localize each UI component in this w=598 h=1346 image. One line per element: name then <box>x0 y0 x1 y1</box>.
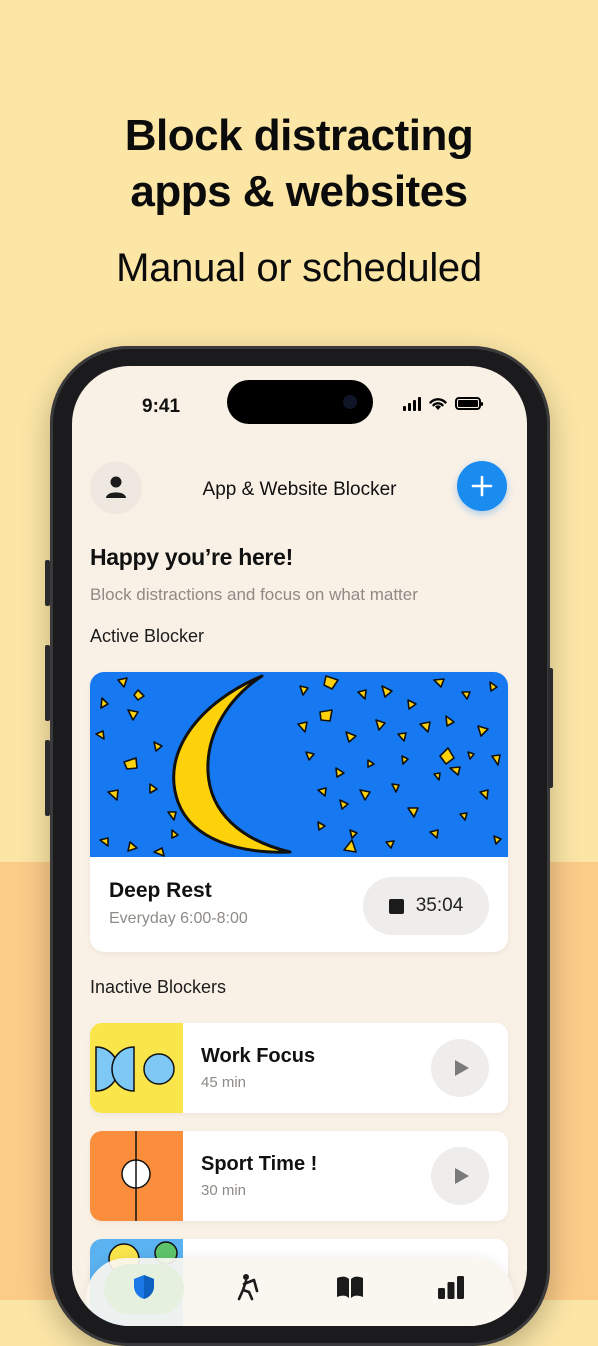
inactive-blocker-row[interactable]: Work Focus 45 min <box>90 1023 508 1113</box>
shield-icon <box>134 1275 154 1299</box>
deep-rest-artwork <box>90 672 508 857</box>
tab-library[interactable] <box>330 1272 370 1302</box>
active-blocker-name: Deep Rest <box>109 879 212 902</box>
golf-icon <box>237 1274 259 1301</box>
bar-chart-icon <box>438 1276 464 1299</box>
dynamic-island <box>227 380 373 424</box>
promo-headline: Block distracting apps & websites <box>0 108 598 220</box>
active-blocker-timer: 35:04 <box>415 895 464 916</box>
phone-volume-up-button <box>45 645 50 721</box>
cellular-signal-icon <box>403 396 421 411</box>
promo-headline-line1: Block distracting <box>124 111 474 160</box>
work-focus-thumbnail <box>90 1023 183 1113</box>
start-blocker-button[interactable] <box>431 1147 489 1205</box>
front-camera <box>343 395 357 409</box>
start-blocker-button[interactable] <box>431 1039 489 1097</box>
phone-screen: 9:41 App & Website Blocker Happy you’re … <box>72 366 527 1326</box>
inactive-blocker-row[interactable]: Sport Time ! 30 min <box>90 1131 508 1221</box>
court-artwork <box>90 1131 183 1221</box>
active-blocker-schedule: Everyday 6:00-8:00 <box>109 910 248 927</box>
phone-volume-down-button <box>45 740 50 816</box>
promo-subheadline: Manual or scheduled <box>116 246 482 290</box>
add-blocker-button[interactable] <box>457 461 507 511</box>
blocker-duration: 30 min <box>201 1182 247 1199</box>
battery-icon <box>455 397 483 410</box>
greeting-title: Happy you’re here! <box>90 544 293 570</box>
inactive-blockers-heading: Inactive Blockers <box>90 977 227 997</box>
status-time: 9:41 <box>142 396 181 417</box>
half-circles-artwork <box>90 1023 183 1113</box>
tab-challenges[interactable] <box>227 1272 267 1302</box>
phone-power-button <box>548 668 553 788</box>
active-blocker-card[interactable]: Deep Rest Everyday 6:00-8:00 35:04 <box>90 672 508 952</box>
stop-icon <box>388 898 404 914</box>
greeting-subtitle: Block distractions and focus on what mat… <box>90 585 418 604</box>
wifi-icon <box>429 398 447 410</box>
tab-stats[interactable] <box>431 1272 471 1302</box>
blocker-name: Work Focus <box>201 1045 316 1067</box>
blocker-duration: 45 min <box>201 1074 247 1091</box>
blocker-name: Sport Time ! <box>201 1153 318 1175</box>
play-icon <box>455 1060 469 1076</box>
play-icon <box>455 1168 469 1184</box>
stop-blocker-button[interactable]: 35:04 <box>363 877 489 935</box>
status-icons <box>403 396 483 411</box>
sport-time-thumbnail <box>90 1131 183 1221</box>
moon-night-illustration <box>95 674 502 857</box>
active-blocker-heading: Active Blocker <box>90 626 205 646</box>
book-icon <box>337 1276 363 1298</box>
plus-icon <box>471 475 493 497</box>
promo-headline-line2: apps & websites <box>130 167 468 216</box>
tab-bar <box>86 1258 514 1326</box>
phone-action-button <box>45 560 50 606</box>
tab-blockers[interactable] <box>124 1272 164 1302</box>
